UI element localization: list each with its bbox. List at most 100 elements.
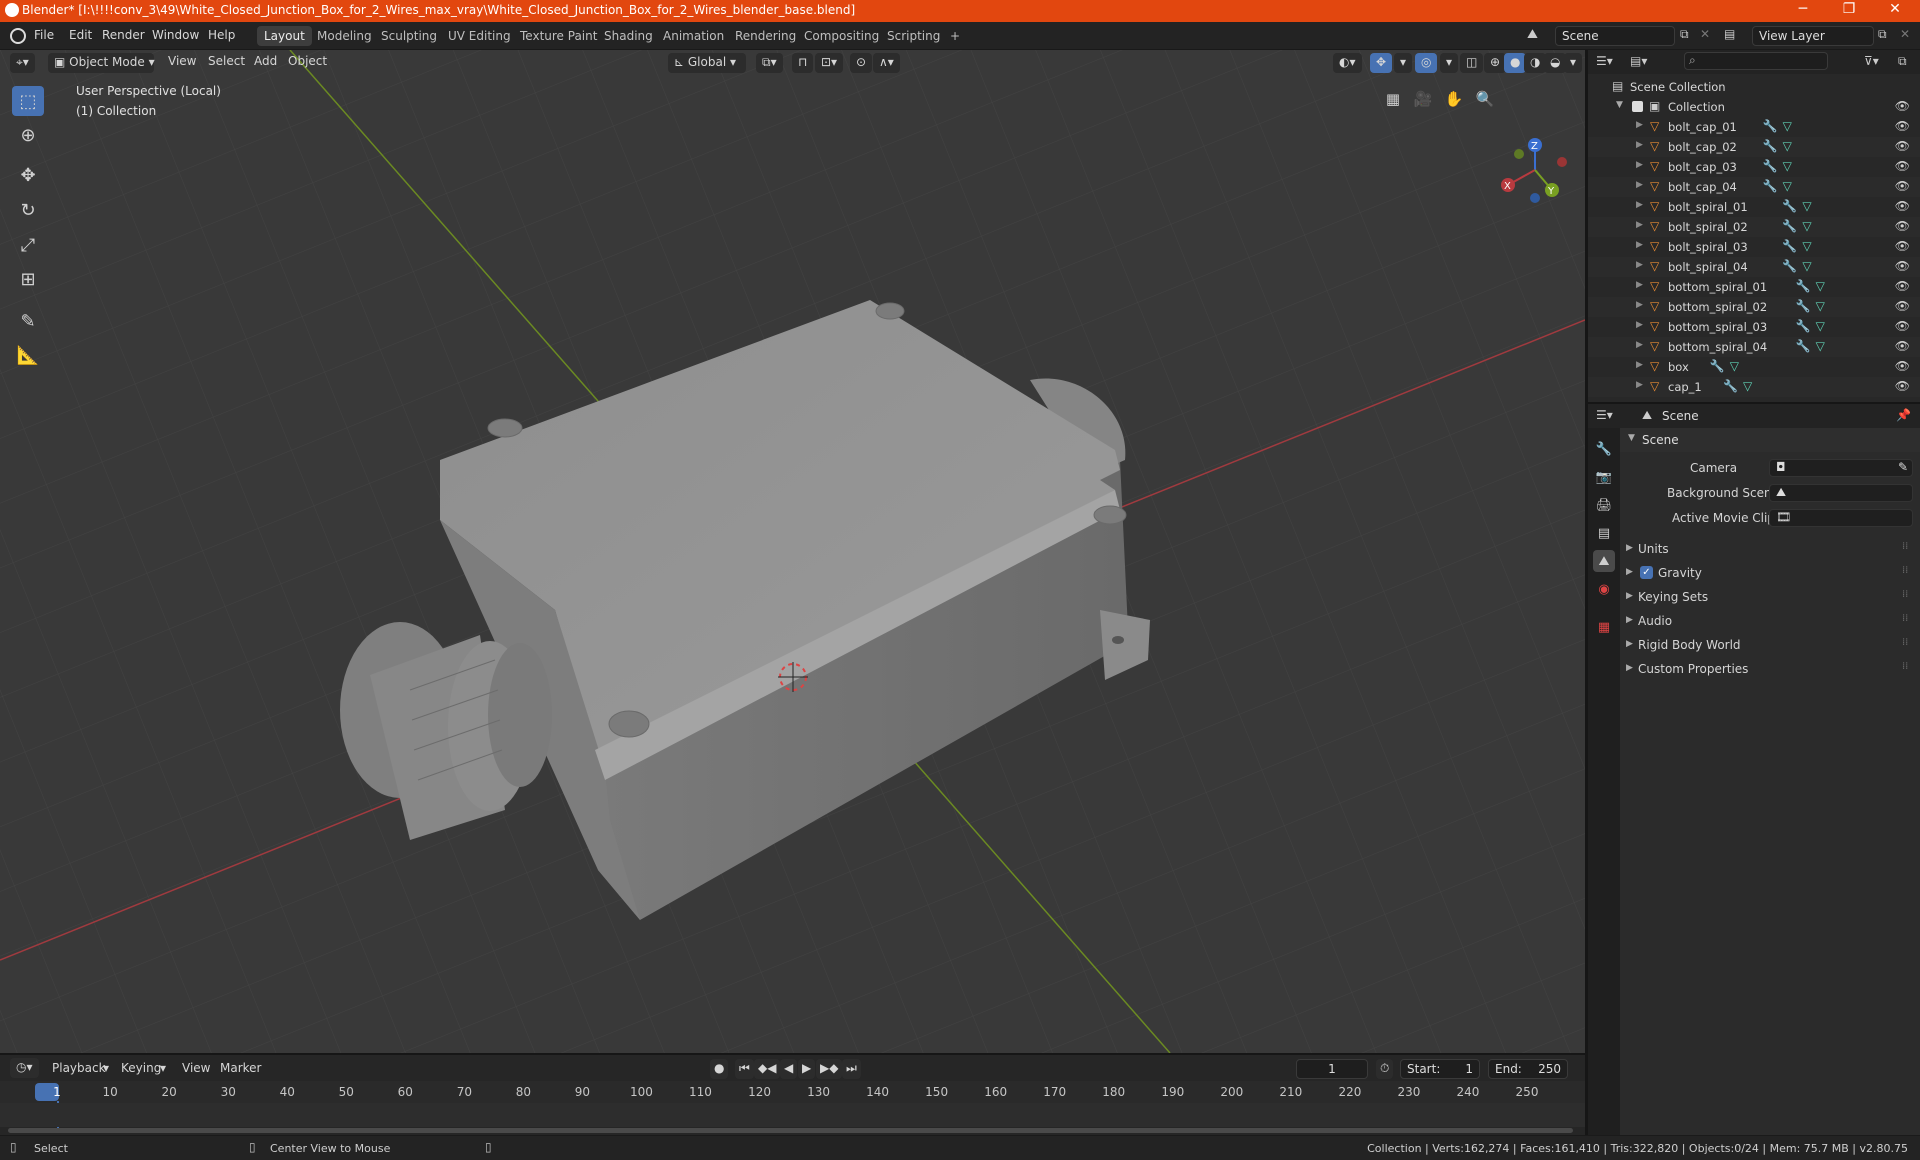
expand-arrow-icon[interactable]: ▶ xyxy=(1636,220,1643,230)
tab-sculpting[interactable]: Sculpting xyxy=(374,26,444,46)
view-layer-icon[interactable]: ▤ xyxy=(1724,27,1735,41)
menu-file[interactable]: File xyxy=(34,28,54,42)
mesh-data-icon[interactable]: ▽ xyxy=(1783,119,1792,133)
outliner-item[interactable]: ▶ ▽ bolt_cap_02 🔧 ▽ 👁 xyxy=(1588,137,1920,157)
transform-tool-icon[interactable]: ⊞ xyxy=(12,264,44,294)
eye-icon[interactable]: 👁 xyxy=(1895,239,1910,253)
maximize-button[interactable]: ❐ xyxy=(1826,1,1872,17)
next-keyframe-icon[interactable]: ▶◆ xyxy=(816,1059,843,1079)
modifier-icon[interactable]: 🔧 xyxy=(1782,239,1797,253)
tab-animation[interactable]: Animation xyxy=(656,26,731,46)
scene-field[interactable]: Scene xyxy=(1555,26,1675,46)
overlays-options-icon[interactable]: ▾ xyxy=(1440,53,1459,73)
expand-arrow-icon[interactable]: ▶ xyxy=(1636,380,1643,390)
modifier-icon[interactable]: 🔧 xyxy=(1723,379,1738,393)
gravity-checkbox[interactable]: ✓ xyxy=(1640,566,1653,579)
mesh-data-icon[interactable]: ▽ xyxy=(1783,159,1792,173)
annotate-tool-icon[interactable]: ✎ xyxy=(12,306,44,336)
expand-arrow-icon[interactable]: ▶ xyxy=(1636,200,1643,210)
tab-layout[interactable]: Layout xyxy=(257,26,312,46)
outliner-item[interactable]: ▶ ▽ bolt_spiral_03 🔧 ▽ 👁 xyxy=(1588,237,1920,257)
record-button[interactable]: ● xyxy=(710,1059,729,1079)
scene-panel-header[interactable]: ▼ Scene xyxy=(1620,428,1920,452)
outliner-item[interactable]: ▶ ▽ bolt_cap_03 🔧 ▽ 👁 xyxy=(1588,157,1920,177)
toggle-grid-icon[interactable]: ▦ xyxy=(1380,86,1406,112)
render-tab-icon[interactable]: 📷 xyxy=(1593,466,1615,488)
modifier-icon[interactable]: 🔧 xyxy=(1763,119,1778,133)
background-scene-field[interactable]: ⛰ xyxy=(1769,484,1913,502)
outliner-collection[interactable]: ▼ ▣ Collection 👁 xyxy=(1588,97,1920,117)
modifier-icon[interactable]: 🔧 xyxy=(1782,219,1797,233)
viewport-menu-add[interactable]: Add xyxy=(254,54,277,68)
drag-handle-icon[interactable]: ⁞⁞ xyxy=(1902,613,1908,624)
mesh-data-icon[interactable]: ▽ xyxy=(1743,379,1752,393)
eye-icon[interactable]: 👁 xyxy=(1895,359,1910,373)
snap-target-icon[interactable]: ⊡▾ xyxy=(815,53,844,73)
outliner-item[interactable]: ▶ ▽ bolt_spiral_02 🔧 ▽ 👁 xyxy=(1588,217,1920,237)
new-collection-icon[interactable]: ⧉ xyxy=(1898,54,1907,69)
mesh-data-icon[interactable]: ▽ xyxy=(1816,319,1825,333)
collection-checkbox[interactable] xyxy=(1632,101,1643,112)
expand-arrow-icon[interactable]: ▶ xyxy=(1636,120,1643,130)
expand-arrow-icon[interactable]: ▶ xyxy=(1636,280,1643,290)
eye-icon[interactable]: 👁 xyxy=(1895,379,1910,393)
mesh-data-icon[interactable]: ▽ xyxy=(1802,199,1811,213)
eye-icon[interactable]: 👁 xyxy=(1895,159,1910,173)
properties-section[interactable]: ▶ Keying Sets ⁞⁞ xyxy=(1620,586,1920,608)
properties-section[interactable]: ▶ Audio ⁞⁞ xyxy=(1620,610,1920,632)
outliner-item[interactable]: ▶ ▽ bolt_spiral_04 🔧 ▽ 👁 xyxy=(1588,257,1920,277)
expand-arrow-icon[interactable]: ▶ xyxy=(1636,160,1643,170)
jump-start-icon[interactable]: ⏮ xyxy=(735,1059,754,1079)
outliner-item[interactable]: ▶ ▽ bottom_spiral_03 🔧 ▽ 👁 xyxy=(1588,317,1920,337)
viewport-canvas[interactable]: Z X Y xyxy=(0,50,1585,1053)
outliner-scene-collection[interactable]: ▤ Scene Collection xyxy=(1588,77,1920,97)
eye-icon[interactable]: 👁 xyxy=(1895,219,1910,233)
modifier-icon[interactable]: 🔧 xyxy=(1782,259,1797,273)
expand-arrow-icon[interactable]: ▶ xyxy=(1636,240,1643,250)
scene-selector-icon[interactable]: ⛰ xyxy=(1527,27,1538,42)
tool-tab-icon[interactable]: 🔧 xyxy=(1593,438,1615,460)
eye-icon[interactable]: 👁 xyxy=(1895,199,1910,213)
mode-selector[interactable]: ▣ Object Mode ▾ xyxy=(48,53,155,73)
menu-help[interactable]: Help xyxy=(208,28,235,42)
shading-wireframe-icon[interactable]: ⊕ xyxy=(1484,53,1507,73)
camera-view-icon[interactable]: 🎥 xyxy=(1410,86,1436,112)
eye-icon[interactable]: 👁 xyxy=(1895,319,1910,333)
gravity-section[interactable]: ▶ ✓ Gravity ⁞⁞ xyxy=(1620,562,1920,584)
expand-arrow-icon[interactable]: ▶ xyxy=(1636,300,1643,310)
outliner-item[interactable]: ▶ ▽ bottom_spiral_01 🔧 ▽ 👁 xyxy=(1588,277,1920,297)
add-workspace-button[interactable]: + xyxy=(943,26,967,46)
overlays-icon[interactable]: ◎ xyxy=(1415,53,1438,73)
select-box-icon[interactable]: ⬚ xyxy=(12,86,44,116)
mesh-data-icon[interactable]: ▽ xyxy=(1816,339,1825,353)
modifier-icon[interactable]: 🔧 xyxy=(1763,139,1778,153)
active-movie-clip-field[interactable]: 🎞 xyxy=(1769,509,1913,527)
expand-arrow-icon[interactable]: ▶ xyxy=(1636,140,1643,150)
move-tool-icon[interactable]: ✥ xyxy=(12,160,44,190)
outliner-item[interactable]: ▶ ▽ box 🔧 ▽ 👁 xyxy=(1588,357,1920,377)
blender-menu-icon[interactable] xyxy=(10,28,26,44)
current-frame-field[interactable]: 1 xyxy=(1296,1059,1368,1079)
collapse-arrow-icon[interactable]: ▼ xyxy=(1616,100,1623,110)
eye-icon[interactable]: 👁 xyxy=(1895,119,1910,133)
mesh-data-icon[interactable]: ▽ xyxy=(1816,279,1825,293)
viewport-menu-object[interactable]: Object xyxy=(288,54,327,68)
pan-view-icon[interactable]: ✋ xyxy=(1441,86,1467,112)
jump-end-icon[interactable]: ⏭ xyxy=(842,1059,861,1079)
outliner-item[interactable]: ▶ ▽ bolt_cap_04 🔧 ▽ 👁 xyxy=(1588,177,1920,197)
close-button[interactable]: ✕ xyxy=(1872,1,1918,17)
mesh-data-icon[interactable]: ▽ xyxy=(1730,359,1739,373)
delete-scene-icon[interactable]: ✕ xyxy=(1700,27,1710,41)
eye-icon[interactable]: 👁 xyxy=(1895,179,1910,193)
drag-handle-icon[interactable]: ⁞⁞ xyxy=(1902,589,1908,600)
drag-handle-icon[interactable]: ⁞⁞ xyxy=(1902,565,1908,576)
view-layer-tab-icon[interactable]: ▤ xyxy=(1593,522,1615,544)
shading-options-icon[interactable]: ▾ xyxy=(1564,53,1583,73)
timeline-menu-playback[interactable]: Playback xyxy=(52,1061,106,1075)
outliner-item[interactable]: ▶ ▽ bottom_spiral_02 🔧 ▽ 👁 xyxy=(1588,297,1920,317)
mesh-data-icon[interactable]: ▽ xyxy=(1783,179,1792,193)
modifier-icon[interactable]: 🔧 xyxy=(1796,299,1811,313)
menu-render[interactable]: Render xyxy=(102,28,145,42)
tab-rendering[interactable]: Rendering xyxy=(728,26,803,46)
viewport-menu-select[interactable]: Select xyxy=(208,54,245,68)
